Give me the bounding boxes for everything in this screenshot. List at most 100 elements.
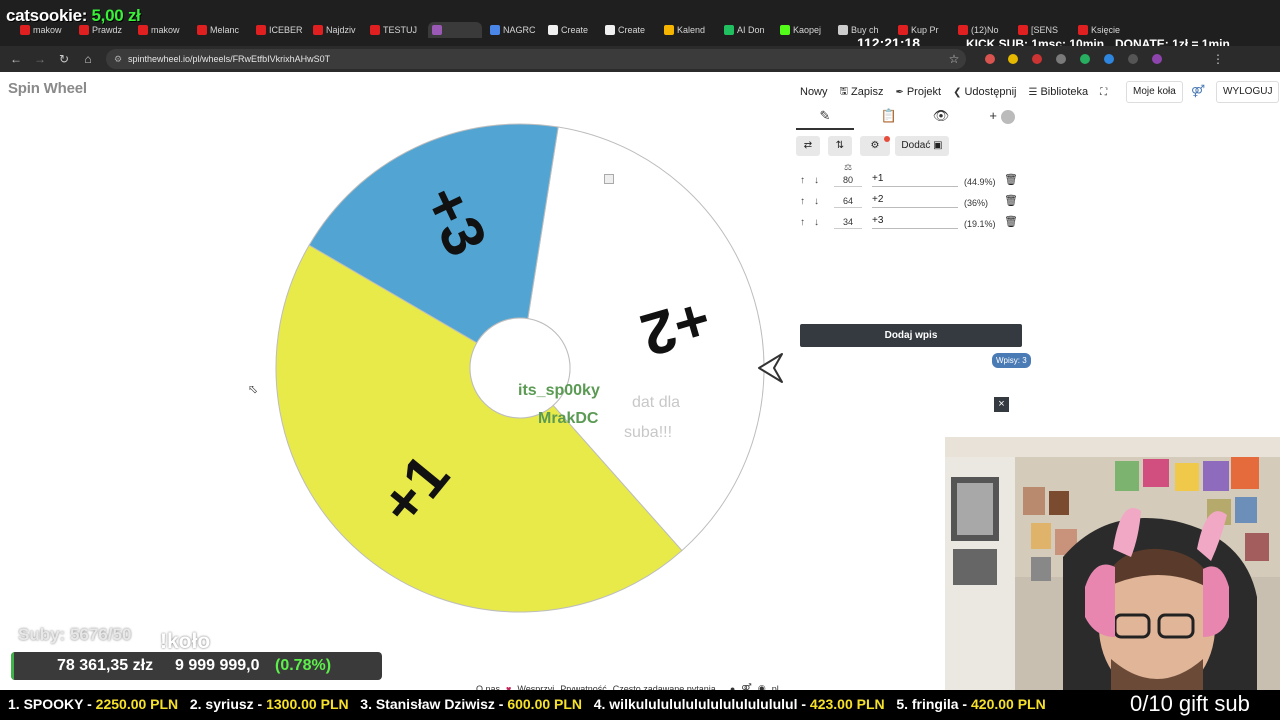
browser-tab[interactable]: makow xyxy=(20,22,74,38)
extension-icon[interactable] xyxy=(985,54,995,64)
browser-tab-label: Melanc xyxy=(210,25,240,35)
move-up-icon[interactable]: ↑ xyxy=(800,196,805,207)
shuffle-icon: ⇄ xyxy=(803,140,813,151)
entry-weight-input[interactable]: 80 xyxy=(834,175,862,187)
library-button[interactable]: ☰ Biblioteka xyxy=(1028,86,1088,98)
wheel[interactable]: +2+1+3 xyxy=(270,120,770,620)
move-down-icon[interactable]: ↓ xyxy=(814,175,819,186)
fullscreen-icon: ⛶ xyxy=(1100,86,1108,98)
close-icon[interactable]: × xyxy=(994,397,1009,412)
browser-tab-label: Buy ch xyxy=(851,25,879,35)
entry-name-input[interactable]: +2 xyxy=(872,194,958,208)
sort-icon: ⇅ xyxy=(835,140,845,151)
ticker-donor-name: 5. fringila - xyxy=(896,696,971,712)
share-label: Udostępnij xyxy=(964,86,1017,98)
save-button[interactable]: 🖫 Zapisz xyxy=(840,84,884,101)
menu-icon[interactable]: ⋮ xyxy=(1210,51,1226,67)
browser-tab[interactable]: NAGRC xyxy=(490,22,544,38)
browser-tab[interactable] xyxy=(428,22,482,38)
pencil-icon: ✎ xyxy=(819,108,831,123)
my-wheels-button[interactable]: Moje koła xyxy=(1126,81,1183,103)
browser-tab[interactable]: AI Don xyxy=(724,22,778,38)
move-up-icon[interactable]: ↑ xyxy=(800,175,805,186)
site-info-icon[interactable]: ⚙ xyxy=(114,49,122,69)
clipboard-icon: 📋 xyxy=(880,108,898,123)
broken-image-icon xyxy=(604,174,614,184)
browser-tab[interactable]: Prawdz xyxy=(79,22,133,38)
share-button[interactable]: ❮ Udostępnij xyxy=(953,86,1016,98)
new-button[interactable]: Nowy xyxy=(800,86,828,98)
browser-tab[interactable]: Melanc xyxy=(197,22,251,38)
entry-weight-input[interactable]: 64 xyxy=(834,196,862,208)
browser-tab[interactable]: [SENS xyxy=(1018,22,1072,38)
trash-icon[interactable]: 🗑 xyxy=(1004,173,1018,186)
app-logo[interactable]: Spin Wheel xyxy=(8,80,87,97)
entry-name-input[interactable]: +3 xyxy=(872,215,958,229)
star-icon[interactable]: ☆ xyxy=(946,51,962,67)
extension-icon[interactable] xyxy=(1128,54,1138,64)
fullscreen-button[interactable]: ⛶ xyxy=(1100,87,1107,98)
browser-tab[interactable]: Create xyxy=(605,22,659,38)
browser-tab-label: ICEBER xyxy=(269,25,303,35)
reload-icon[interactable]: ↻ xyxy=(56,51,72,67)
browser-tab[interactable]: Create xyxy=(548,22,602,38)
back-icon[interactable]: ← xyxy=(8,51,24,67)
browser-tab[interactable]: Najdziv xyxy=(313,22,367,38)
browser-tab[interactable]: (12)No xyxy=(958,22,1012,38)
tab-add-wheel[interactable]: + xyxy=(982,108,1022,130)
tab-favicon-icon xyxy=(197,25,207,35)
user-icon[interactable]: ⚤ xyxy=(1190,83,1206,99)
donation-goal-bar: 78 361,35 złz 9 999 999,0 (0.78%) xyxy=(11,652,382,680)
brush-icon: ✒ xyxy=(895,86,904,98)
tab-favicon-icon xyxy=(605,25,615,35)
shuffle-button[interactable]: ⇄ xyxy=(796,136,820,156)
extension-icon[interactable] xyxy=(1152,54,1162,64)
entry-weight-input[interactable]: 34 xyxy=(834,217,862,229)
move-down-icon[interactable]: ↓ xyxy=(814,217,819,228)
tab-favicon-icon xyxy=(432,25,442,35)
add-entry-button[interactable]: Dodaj wpis xyxy=(800,324,1022,347)
extension-icon[interactable] xyxy=(1032,54,1042,64)
tab-edit[interactable]: ✎ xyxy=(796,108,854,130)
url-field[interactable]: ⚙ spinthewheel.io/pl/wheels/FRwEtfbIVkri… xyxy=(106,49,966,69)
browser-tab-label: Create xyxy=(618,25,646,35)
trash-icon[interactable]: 🗑 xyxy=(1004,194,1018,207)
browser-tab[interactable]: Księcie xyxy=(1078,22,1132,38)
move-down-icon[interactable]: ↓ xyxy=(814,196,819,207)
project-label: Projekt xyxy=(906,86,942,98)
move-up-icon[interactable]: ↑ xyxy=(800,217,805,228)
extension-icon[interactable] xyxy=(1056,54,1066,64)
browser-tab[interactable]: Kaopej xyxy=(780,22,834,38)
chat-overlay: its_sp00ky dat dla MrakDC suba!!! xyxy=(518,382,708,446)
sort-button[interactable]: ⇅ xyxy=(828,136,852,156)
browser-tab-label: Najdziv xyxy=(326,25,356,35)
home-icon[interactable]: ⌂ xyxy=(80,51,96,67)
entry-name-input[interactable]: +1 xyxy=(872,173,958,187)
extension-icon[interactable] xyxy=(1104,54,1114,64)
add-image-button[interactable]: Dodać ▣ xyxy=(895,136,949,156)
settings-button[interactable]: ⚙ xyxy=(860,136,890,156)
extension-icon[interactable] xyxy=(1008,54,1018,64)
ticker-donor-amount: 420.00 PLN xyxy=(971,696,1046,712)
tab-favicon-icon xyxy=(898,25,908,35)
webcam-feed xyxy=(945,437,1280,690)
browser-tab-label: (12)No xyxy=(971,25,999,35)
ticker-donor-amount: 423.00 PLN xyxy=(809,696,885,712)
browser-tab[interactable]: TESTUJ xyxy=(370,22,424,38)
project-button[interactable]: ✒ Projekt xyxy=(895,86,941,98)
forward-icon[interactable]: → xyxy=(32,51,48,67)
chat-username-1: its_sp00ky xyxy=(518,382,600,399)
trash-icon[interactable]: 🗑 xyxy=(1004,215,1018,228)
tab-results[interactable]: 📋 xyxy=(874,108,904,130)
eye-slash-icon: 👁 xyxy=(932,108,950,123)
donation-percent: (0.78%) xyxy=(275,657,332,674)
entry-row: ↑ ↓ 34 +3 (19.1%) 🗑 xyxy=(796,214,1024,234)
logout-button[interactable]: WYLOGUJ xyxy=(1216,81,1280,103)
browser-tab[interactable]: makow xyxy=(138,22,192,38)
extension-icon[interactable] xyxy=(1080,54,1090,64)
tab-hidden[interactable]: 👁 xyxy=(926,108,956,130)
browser-tab[interactable]: ICEBER xyxy=(256,22,310,38)
browser-tab[interactable]: Kalend xyxy=(664,22,718,38)
entry-row: ↑ ↓ 80 +1 (44.9%) 🗑 xyxy=(796,172,1024,192)
tab-favicon-icon xyxy=(664,25,674,35)
